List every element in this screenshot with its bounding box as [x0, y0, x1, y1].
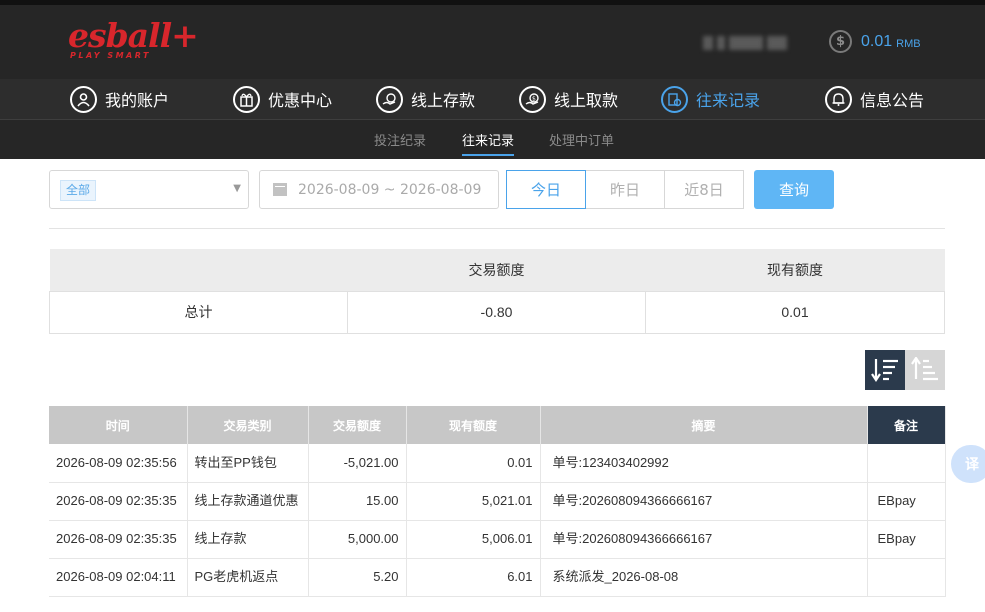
- balance-currency: RMB: [896, 37, 921, 50]
- esball-logo[interactable]: esball+ PLAY SMART: [68, 16, 199, 61]
- cell-amount: 15.00: [308, 482, 407, 521]
- cell-remark: [867, 558, 946, 597]
- cell-balance: 5,021.01: [406, 482, 541, 521]
- nav-label: 线上取款: [554, 91, 619, 110]
- chevron-down-icon: ▼: [233, 183, 241, 194]
- cell-remark: [867, 444, 946, 483]
- cell-amount: 5.20: [308, 558, 407, 597]
- cell-amount: 5,000.00: [308, 520, 407, 559]
- table-row[interactable]: 2026-08-09 02:35:56 转出至PP钱包 -5,021.00 0.…: [49, 444, 946, 483]
- cell-time: 2026-08-09 02:04:11: [49, 558, 188, 597]
- nav-online-withdraw[interactable]: $ 线上取款: [519, 85, 618, 113]
- quick-range-today[interactable]: 今日: [506, 170, 586, 209]
- svg-text:$: $: [532, 95, 536, 102]
- summary-table: 交易额度 现有额度 总计 -0.80 0.01: [49, 249, 945, 334]
- col-header-amount[interactable]: 交易额度: [308, 406, 407, 444]
- main-nav: 我的账户 优惠中心 线上存款 $ 线上取款 往来记录 信息公告: [0, 79, 985, 120]
- quick-range-last-8-days[interactable]: 近8日: [664, 170, 744, 209]
- cell-summary: 系统派发_2026-08-08: [540, 558, 868, 597]
- sort-ascending-icon: [911, 357, 938, 381]
- sort-descending-icon: [871, 359, 898, 382]
- cell-time: 2026-08-09 02:35:56: [49, 444, 188, 483]
- cell-balance: 6.01: [406, 558, 541, 597]
- nav-label: 我的账户: [105, 91, 170, 110]
- top-header: esball+ PLAY SMART $ 0.01 RMB: [0, 0, 985, 79]
- col-header-summary[interactable]: 摘要: [540, 406, 868, 444]
- cell-summary: 单号:202608094366666167: [540, 482, 868, 521]
- col-header-balance[interactable]: 现有额度: [406, 406, 541, 444]
- col-header-remark[interactable]: 备注: [867, 406, 946, 444]
- nav-label: 优惠中心: [268, 91, 333, 110]
- selected-type-tag: 全部: [60, 180, 97, 201]
- cell-category: PG老虎机返点: [187, 558, 309, 597]
- sub-nav: 投注纪录 往来记录 处理中订单: [0, 120, 985, 159]
- records-table: 时间 交易类别 交易额度 现有额度 摘要 备注 2026-08-09 02:35…: [49, 406, 946, 597]
- transaction-type-select[interactable]: 全部 ▼: [49, 170, 249, 209]
- summary-header-blank: [49, 249, 348, 291]
- nav-transaction-records[interactable]: 往来记录: [661, 85, 760, 113]
- col-header-time[interactable]: 时间: [49, 406, 188, 444]
- deposit-icon: [376, 85, 403, 113]
- cell-category: 线上存款通道优惠: [187, 482, 309, 521]
- user-icon: [70, 85, 97, 113]
- withdraw-icon: $: [519, 85, 546, 113]
- table-row[interactable]: 2026-08-09 02:35:35 线上存款 5,000.00 5,006.…: [49, 520, 946, 559]
- username-blurred[interactable]: [703, 32, 787, 54]
- sort-toggle: [865, 350, 945, 390]
- nav-announcements[interactable]: 信息公告: [825, 85, 924, 113]
- subnav-transaction-records[interactable]: 往来记录: [462, 130, 515, 156]
- cell-summary: 单号:202608094366666167: [540, 520, 868, 559]
- table-row[interactable]: 2026-08-09 02:04:11 PG老虎机返点 5.20 6.01 系统…: [49, 558, 946, 597]
- col-header-category[interactable]: 交易类别: [187, 406, 309, 444]
- nav-online-deposit[interactable]: 线上存款: [376, 85, 475, 113]
- cell-balance: 0.01: [406, 444, 541, 483]
- logo-text: esball+: [68, 16, 199, 55]
- sort-ascending-button[interactable]: [905, 350, 945, 390]
- bell-icon: [825, 85, 852, 113]
- summary-header-balance: 现有额度: [645, 249, 945, 291]
- summary-header-amount: 交易额度: [347, 249, 646, 291]
- date-range-value: 2026-08-09 ~ 2026-08-09: [298, 181, 482, 198]
- table-row[interactable]: 2026-08-09 02:35:35 线上存款通道优惠 15.00 5,021…: [49, 482, 946, 521]
- records-header-row: 时间 交易类别 交易额度 现有额度 摘要 备注: [49, 406, 946, 444]
- nav-label: 信息公告: [860, 91, 925, 110]
- calendar-icon: [273, 183, 287, 196]
- query-button[interactable]: 查询: [754, 170, 834, 209]
- cell-time: 2026-08-09 02:35:35: [49, 520, 188, 559]
- balance-amount: 0.01: [861, 32, 893, 50]
- summary-total-label: 总计: [49, 290, 348, 334]
- cell-remark: EBpay: [867, 482, 946, 521]
- dollar-coin-icon: $: [829, 30, 852, 53]
- cell-summary: 单号:123403402992: [540, 444, 868, 483]
- balance-display[interactable]: $ 0.01 RMB: [829, 30, 921, 53]
- date-range-input[interactable]: 2026-08-09 ~ 2026-08-09: [259, 170, 499, 209]
- records-icon: [661, 85, 688, 113]
- summary-header-row: 交易额度 现有额度: [49, 249, 945, 291]
- cell-balance: 5,006.01: [406, 520, 541, 559]
- nav-my-account[interactable]: 我的账户: [70, 85, 169, 113]
- divider: [49, 228, 945, 229]
- nav-label: 往来记录: [696, 91, 761, 110]
- subnav-pending-orders[interactable]: 处理中订单: [549, 130, 614, 149]
- summary-total-balance: 0.01: [645, 290, 945, 334]
- sort-descending-button[interactable]: [865, 350, 905, 390]
- cell-category: 转出至PP钱包: [187, 444, 309, 483]
- nav-label: 线上存款: [411, 91, 476, 110]
- summary-total-amount: -0.80: [347, 290, 646, 334]
- gift-icon: [233, 85, 260, 113]
- subnav-bet-records[interactable]: 投注纪录: [374, 130, 426, 149]
- nav-promotions[interactable]: 优惠中心: [233, 85, 332, 113]
- cell-amount: -5,021.00: [308, 444, 407, 483]
- cell-remark: EBpay: [867, 520, 946, 559]
- quick-range-yesterday[interactable]: 昨日: [585, 170, 665, 209]
- summary-row: 总计 -0.80 0.01: [49, 290, 945, 334]
- translate-button[interactable]: 译: [951, 445, 985, 483]
- cell-category: 线上存款: [187, 520, 309, 559]
- cell-time: 2026-08-09 02:35:35: [49, 482, 188, 521]
